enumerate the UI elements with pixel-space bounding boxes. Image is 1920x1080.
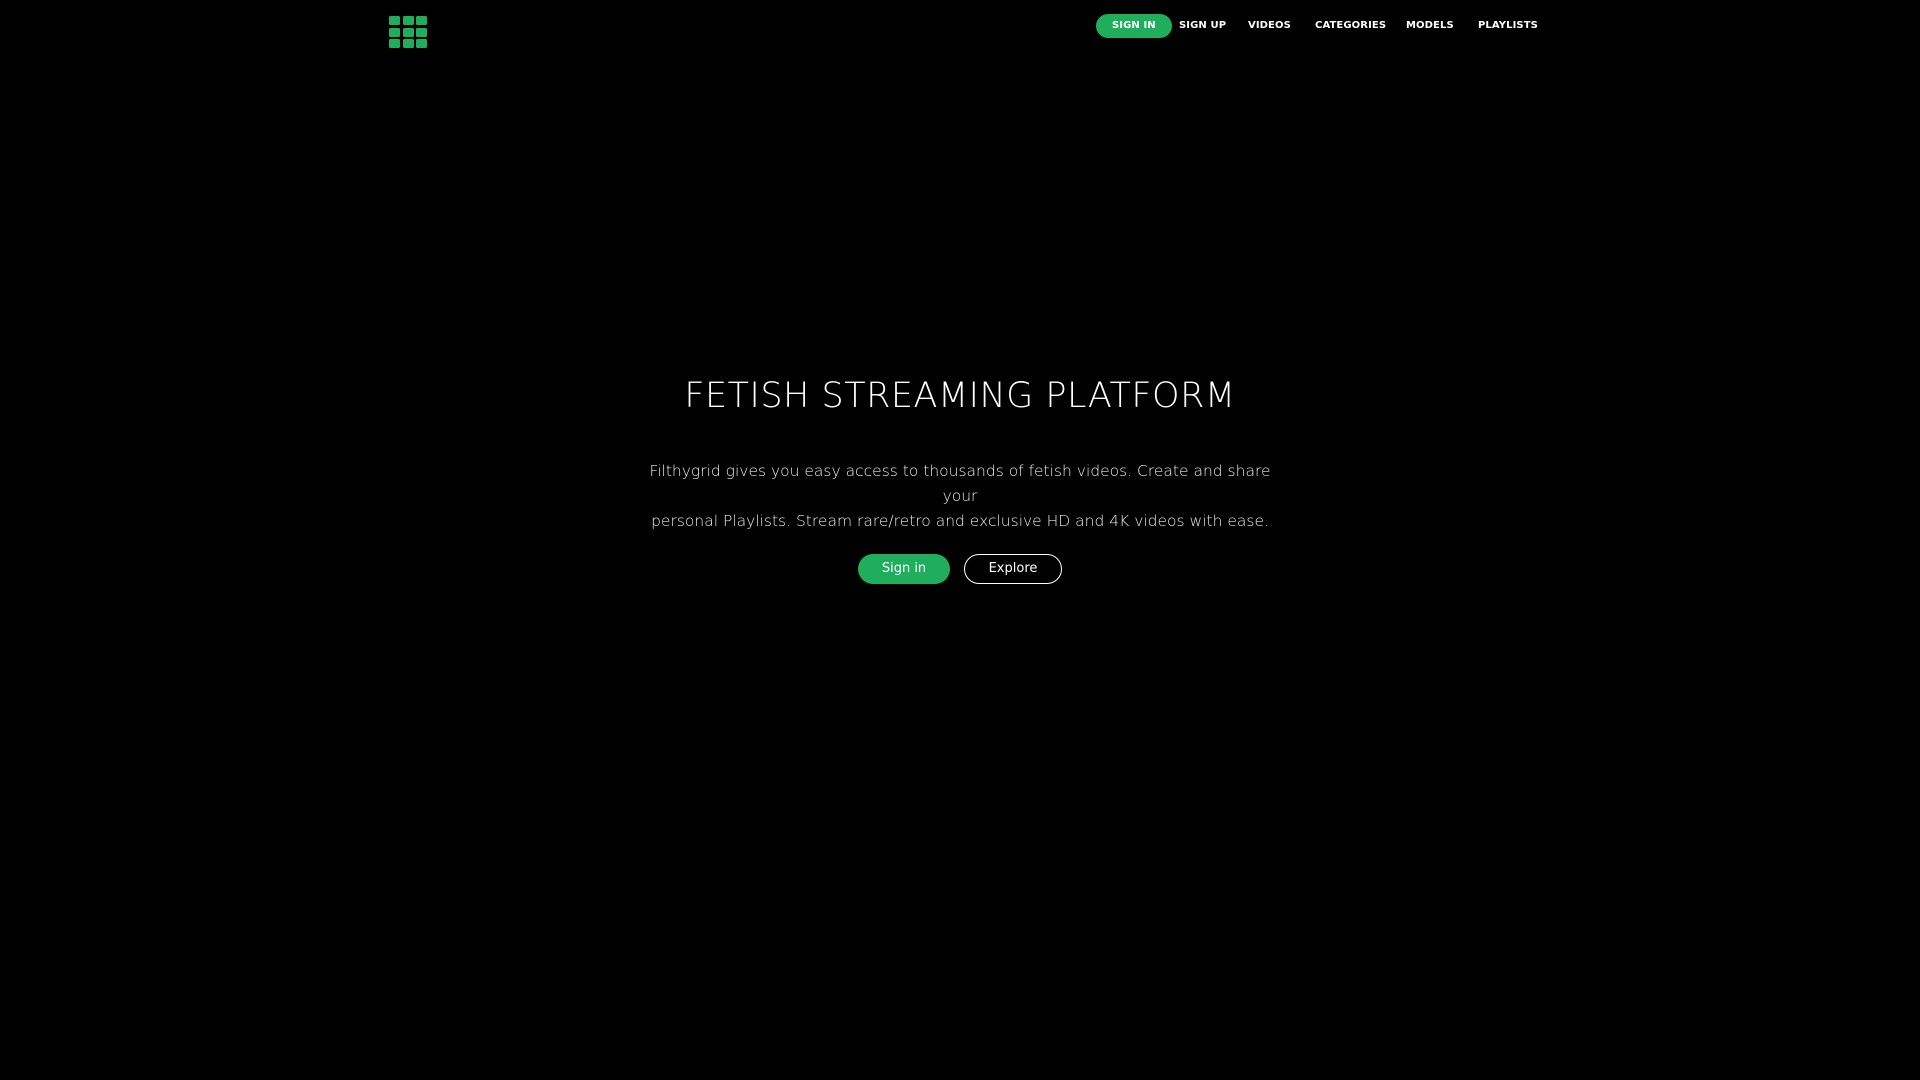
main-nav: SIGN IN SIGN UP VIDEOS CATEGORIES MODELS… [0,14,1920,38]
nav-categories[interactable]: CATEGORIES [1315,14,1386,38]
hero-description-line: Filthygrid gives you easy access to thou… [649,462,1271,505]
explore-button[interactable]: Explore [964,554,1062,584]
hero-description-line: personal Playlists. Stream rare/retro an… [651,512,1269,530]
nav-sign-up[interactable]: SIGN UP [1179,14,1226,38]
nav-models[interactable]: MODELS [1406,14,1454,38]
logo-cell [416,39,427,48]
page: SIGN IN SIGN UP VIDEOS CATEGORIES MODELS… [0,0,1920,1080]
nav-playlists[interactable]: PLAYLISTS [1478,14,1538,38]
nav-sign-in[interactable]: SIGN IN [1096,14,1172,38]
logo-cell [402,39,414,48]
sign-in-button[interactable]: Sign in [858,554,950,584]
hero-description: Filthygrid gives you easy access to thou… [640,459,1280,534]
logo-cell [389,39,400,48]
hero-title: FETISH STREAMING PLATFORM [684,376,1236,416]
nav-videos[interactable]: VIDEOS [1248,14,1291,38]
